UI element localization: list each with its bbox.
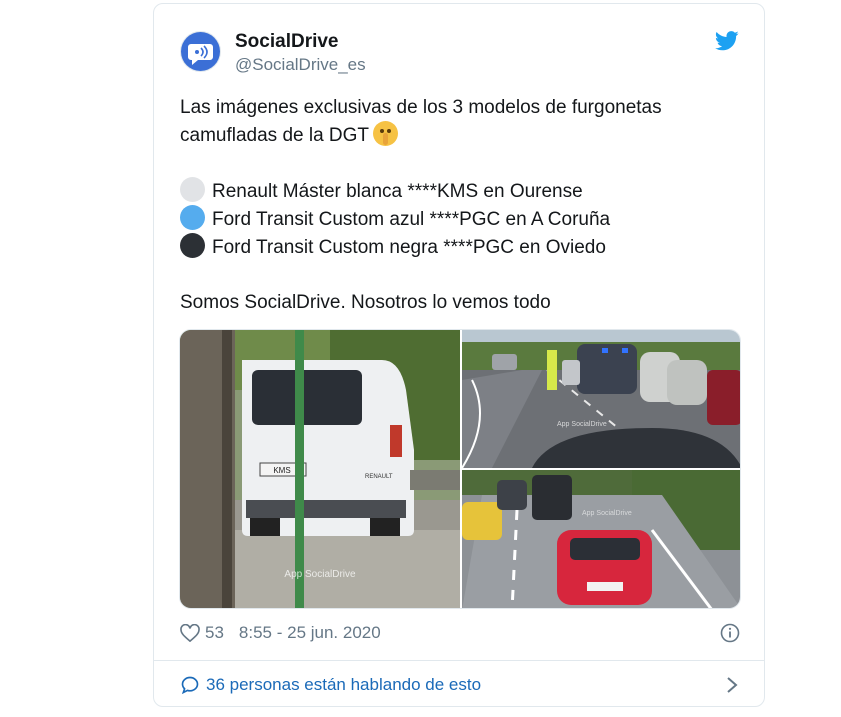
watermark: App SocialDrive [582,510,632,517]
tweet-line-2-text: camufladas de la DGT [180,125,370,146]
like-count[interactable]: 53 [205,623,224,643]
tweet-line-1: Las imágenes exclusivas de los 3 modelos… [180,97,662,118]
photo-police-checkpoint[interactable]: App SocialDrive [462,330,740,468]
comment-icon [181,676,199,695]
blue-circle-icon [180,205,205,230]
white-circle-icon [180,177,205,202]
van-item-text: Ford Transit Custom azul ****PGC en A Co… [212,209,611,230]
avatar[interactable] [181,32,220,71]
author-handle[interactable]: @SocialDrive_es [235,55,366,75]
van-item-1: Renault Máster blanca ****KMS en Ourense [180,177,740,205]
tweet-line-2: camufladas de la DGT [180,121,740,149]
chevron-right-icon[interactable] [726,676,738,694]
media-grid[interactable]: KMS RENAULT App SocialDrive App SocialDr… [179,329,741,609]
tweet-card[interactable]: SocialDrive @SocialDrive_es Las imágenes… [153,3,765,707]
van-item-2: Ford Transit Custom azul ****PGC en A Co… [180,205,740,233]
author-name[interactable]: SocialDrive [235,31,339,53]
tweet-text: Las imágenes exclusivas de los 3 modelos… [180,94,740,316]
van-item-3: Ford Transit Custom negra ****PGC en Ovi… [180,233,740,261]
tweet-closing-line: Somos SocialDrive. Nosotros lo vemos tod… [180,292,551,313]
photo-white-van[interactable]: KMS RENAULT App SocialDrive [180,330,460,608]
socialdrive-logo-icon [188,44,213,65]
twitter-bird-icon[interactable] [715,30,739,52]
watermark: App SocialDrive [557,421,607,428]
van-item-text: Renault Máster blanca ****KMS en Ourense [212,181,583,202]
info-icon[interactable] [720,623,740,643]
plate-text: KMS [273,466,290,475]
van-badge-text: RENAULT [365,474,393,480]
tweet-timestamp[interactable]: 8:55 - 25 jun. 2020 [239,623,381,643]
conversation-link[interactable]: 36 personas están hablando de esto [180,673,744,697]
van-item-text: Ford Transit Custom negra ****PGC en Ovi… [212,237,606,258]
black-circle-icon [180,233,205,258]
divider [154,660,764,661]
photo-road-traffic[interactable]: App SocialDrive [462,470,740,608]
heart-icon[interactable] [180,624,200,642]
conversation-label: 36 personas están hablando de esto [206,675,482,694]
tweet-meta: 53 8:55 - 25 jun. 2020 [180,623,381,643]
watermark: App SocialDrive [284,569,356,580]
shushing-face-emoji-icon [373,121,399,146]
